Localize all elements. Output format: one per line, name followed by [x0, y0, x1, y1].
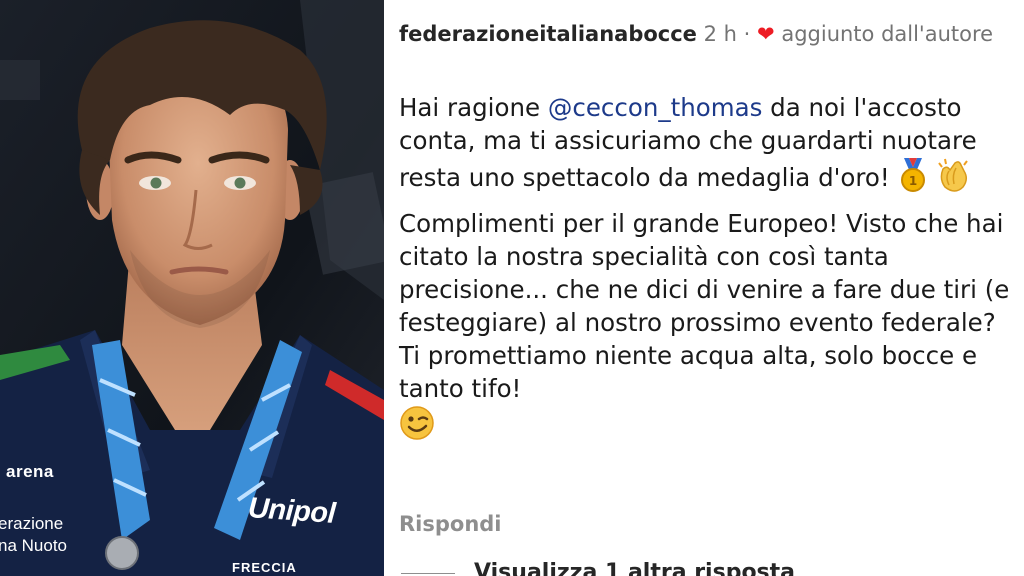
meta-separator: · [743, 22, 751, 46]
unipol-logo: Unipol [247, 491, 337, 531]
athlete-photo: arena erazione na Nuoto Unipol FRECCIA [0, 0, 384, 576]
comment-paragraph-1: Hai ragione @ceccon_thomas da noi l'acco… [399, 91, 1021, 201]
comment-time: 2 h [703, 22, 737, 46]
gold-medal-emoji: 1 [898, 158, 928, 200]
mention-link[interactable]: @ceccon_thomas [548, 93, 763, 122]
comment-panel: federazioneitalianabocce 2 h · ❤ aggiunt… [384, 0, 1024, 576]
paragraph-1-start: Hai ragione [399, 93, 548, 122]
comment-meta: federazioneitalianabocce 2 h · ❤ aggiunt… [399, 18, 1009, 51]
comment-body: Hai ragione @ceccon_thomas da noi l'acco… [399, 91, 1021, 455]
winking-face-emoji [399, 405, 435, 449]
clapping-hands-emoji [935, 157, 973, 201]
comment-username[interactable]: federazioneitalianabocce [399, 22, 697, 46]
liked-by-author-label: aggiunto dall'autore [781, 22, 994, 46]
federation-logo-text: erazione na Nuoto [0, 514, 67, 555]
athlete-illustration [0, 0, 384, 576]
sponsor-text: FRECCIA [232, 560, 297, 575]
svg-text:1: 1 [908, 174, 916, 188]
paragraph-2-text: Complimenti per il grande Europeo! Visto… [399, 209, 1010, 403]
replies-divider [401, 573, 455, 574]
reply-button[interactable]: Rispondi [399, 512, 502, 536]
comment-paragraph-2: Complimenti per il grande Europeo! Visto… [399, 207, 1021, 449]
view-more-replies-button[interactable]: Visualizza 1 altra risposta [474, 560, 795, 576]
heart-icon: ❤ [757, 22, 775, 46]
arena-logo: arena [6, 462, 54, 481]
